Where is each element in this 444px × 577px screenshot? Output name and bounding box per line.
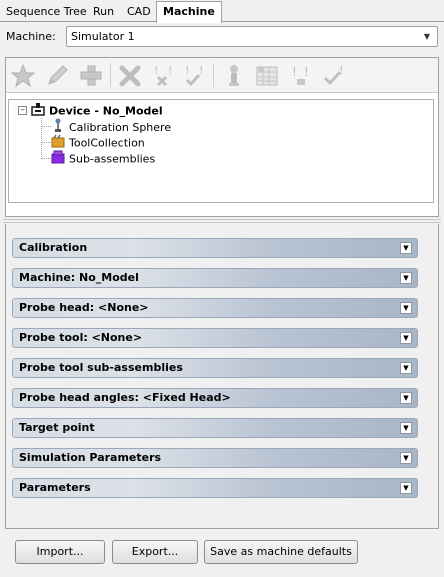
tab-machine[interactable]: Machine xyxy=(156,1,222,23)
section-simulation-parameters[interactable]: Simulation Parameters ▼ xyxy=(12,448,418,468)
section-label: Parameters xyxy=(19,481,91,494)
tree-item-label: Calibration Sphere xyxy=(69,121,172,134)
chevron-down-icon[interactable]: ▼ xyxy=(400,362,412,374)
section-label: Probe tool: <None> xyxy=(19,331,143,344)
svg-text:!: ! xyxy=(168,64,172,77)
chevron-down-icon[interactable]: ▼ xyxy=(400,302,412,314)
section-label: Probe head angles: <Fixed Head> xyxy=(19,391,231,404)
section-label: Probe head: <None> xyxy=(19,301,149,314)
panel-splitter[interactable] xyxy=(3,219,441,223)
probe-icon[interactable] xyxy=(220,62,248,89)
section-probe-head[interactable]: Probe head: <None> ▼ xyxy=(12,298,418,318)
toolbar-separator xyxy=(213,63,214,87)
tree-connector xyxy=(42,158,51,159)
tree-toolbar: !! !! !! ! xyxy=(6,58,438,93)
section-machine[interactable]: Machine: No_Model ▼ xyxy=(12,268,418,288)
tree-item-label: Sub-assemblies xyxy=(69,152,156,166)
machine-dropdown[interactable]: Simulator 1 ▼ xyxy=(66,26,438,47)
svg-text:!: ! xyxy=(304,65,309,79)
export-button[interactable]: Export... xyxy=(112,540,198,564)
chevron-down-icon[interactable]: ▼ xyxy=(400,332,412,344)
tree-connector xyxy=(42,142,51,143)
svg-text:!: ! xyxy=(292,65,297,79)
svg-text:!: ! xyxy=(339,64,343,77)
tree-item-tool-collection[interactable]: ToolCollection xyxy=(51,134,145,150)
section-probe-tool-sub-assemblies[interactable]: Probe tool sub-assemblies ▼ xyxy=(12,358,418,378)
tab-run[interactable]: Run xyxy=(87,3,120,22)
chevron-down-icon[interactable]: ▼ xyxy=(400,392,412,404)
tree-item-calibration-sphere[interactable]: Calibration Sphere xyxy=(51,118,171,134)
tree-root-label: Device - No_Model xyxy=(49,104,163,118)
section-calibration[interactable]: Calibration ▼ xyxy=(12,238,418,258)
machine-label: Machine: xyxy=(6,30,56,43)
chevron-down-icon[interactable]: ▼ xyxy=(400,242,412,254)
svg-text:!: ! xyxy=(154,64,158,77)
tree-connector xyxy=(42,126,51,127)
chevron-down-icon[interactable]: ▼ xyxy=(400,422,412,434)
section-target-point[interactable]: Target point ▼ xyxy=(12,418,418,438)
tree-item-sub-assemblies[interactable]: Sub-assemblies xyxy=(51,150,155,166)
section-label: Machine: No_Model xyxy=(19,271,139,284)
chevron-down-icon[interactable]: ▼ xyxy=(400,272,412,284)
chevron-down-icon: ▼ xyxy=(423,32,431,41)
x-mark-icon[interactable]: !! xyxy=(149,62,177,89)
delete-x-icon[interactable] xyxy=(116,62,144,89)
check-mark-icon[interactable]: !! xyxy=(180,62,208,89)
save-as-machine-defaults-button[interactable]: Save as machine defaults xyxy=(204,540,358,564)
tree-connector xyxy=(41,118,42,159)
import-button[interactable]: Import... xyxy=(15,540,105,564)
star-icon[interactable] xyxy=(9,62,37,89)
pencil-icon[interactable] xyxy=(43,62,71,89)
section-parameters[interactable]: Parameters ▼ xyxy=(12,478,418,498)
grid-table-icon[interactable] xyxy=(253,62,281,89)
exclaim-marks-icon[interactable]: !! xyxy=(287,62,315,89)
section-label: Probe tool sub-assemblies xyxy=(19,361,183,374)
check-exclaim-icon[interactable]: ! xyxy=(320,62,348,89)
section-probe-head-angles[interactable]: Probe head angles: <Fixed Head> ▼ xyxy=(12,388,418,408)
tree-item-label: ToolCollection xyxy=(69,136,145,150)
chevron-down-icon[interactable]: ▼ xyxy=(400,482,412,494)
tab-cad[interactable]: CAD xyxy=(121,3,157,22)
section-label: Calibration xyxy=(19,241,88,254)
section-label: Target point xyxy=(19,421,95,434)
tab-bar: Sequence Tree Run CAD Machine xyxy=(0,0,444,23)
machine-selected-value: Simulator 1 xyxy=(71,30,135,43)
toolbar-separator xyxy=(110,63,111,87)
svg-text:!: ! xyxy=(199,64,203,77)
tab-sequence-tree[interactable]: Sequence Tree xyxy=(0,3,93,22)
sub-assemblies-icon xyxy=(51,150,65,169)
svg-text:!: ! xyxy=(185,64,189,77)
device-icon xyxy=(31,102,45,121)
section-probe-tool[interactable]: Probe tool: <None> ▼ xyxy=(12,328,418,348)
tree-root-device[interactable]: Device - No_Model xyxy=(31,102,163,118)
section-label: Simulation Parameters xyxy=(19,451,162,464)
chevron-down-icon[interactable]: ▼ xyxy=(400,452,412,464)
plus-icon[interactable] xyxy=(77,62,105,89)
collapse-toggle[interactable]: – xyxy=(18,106,27,115)
